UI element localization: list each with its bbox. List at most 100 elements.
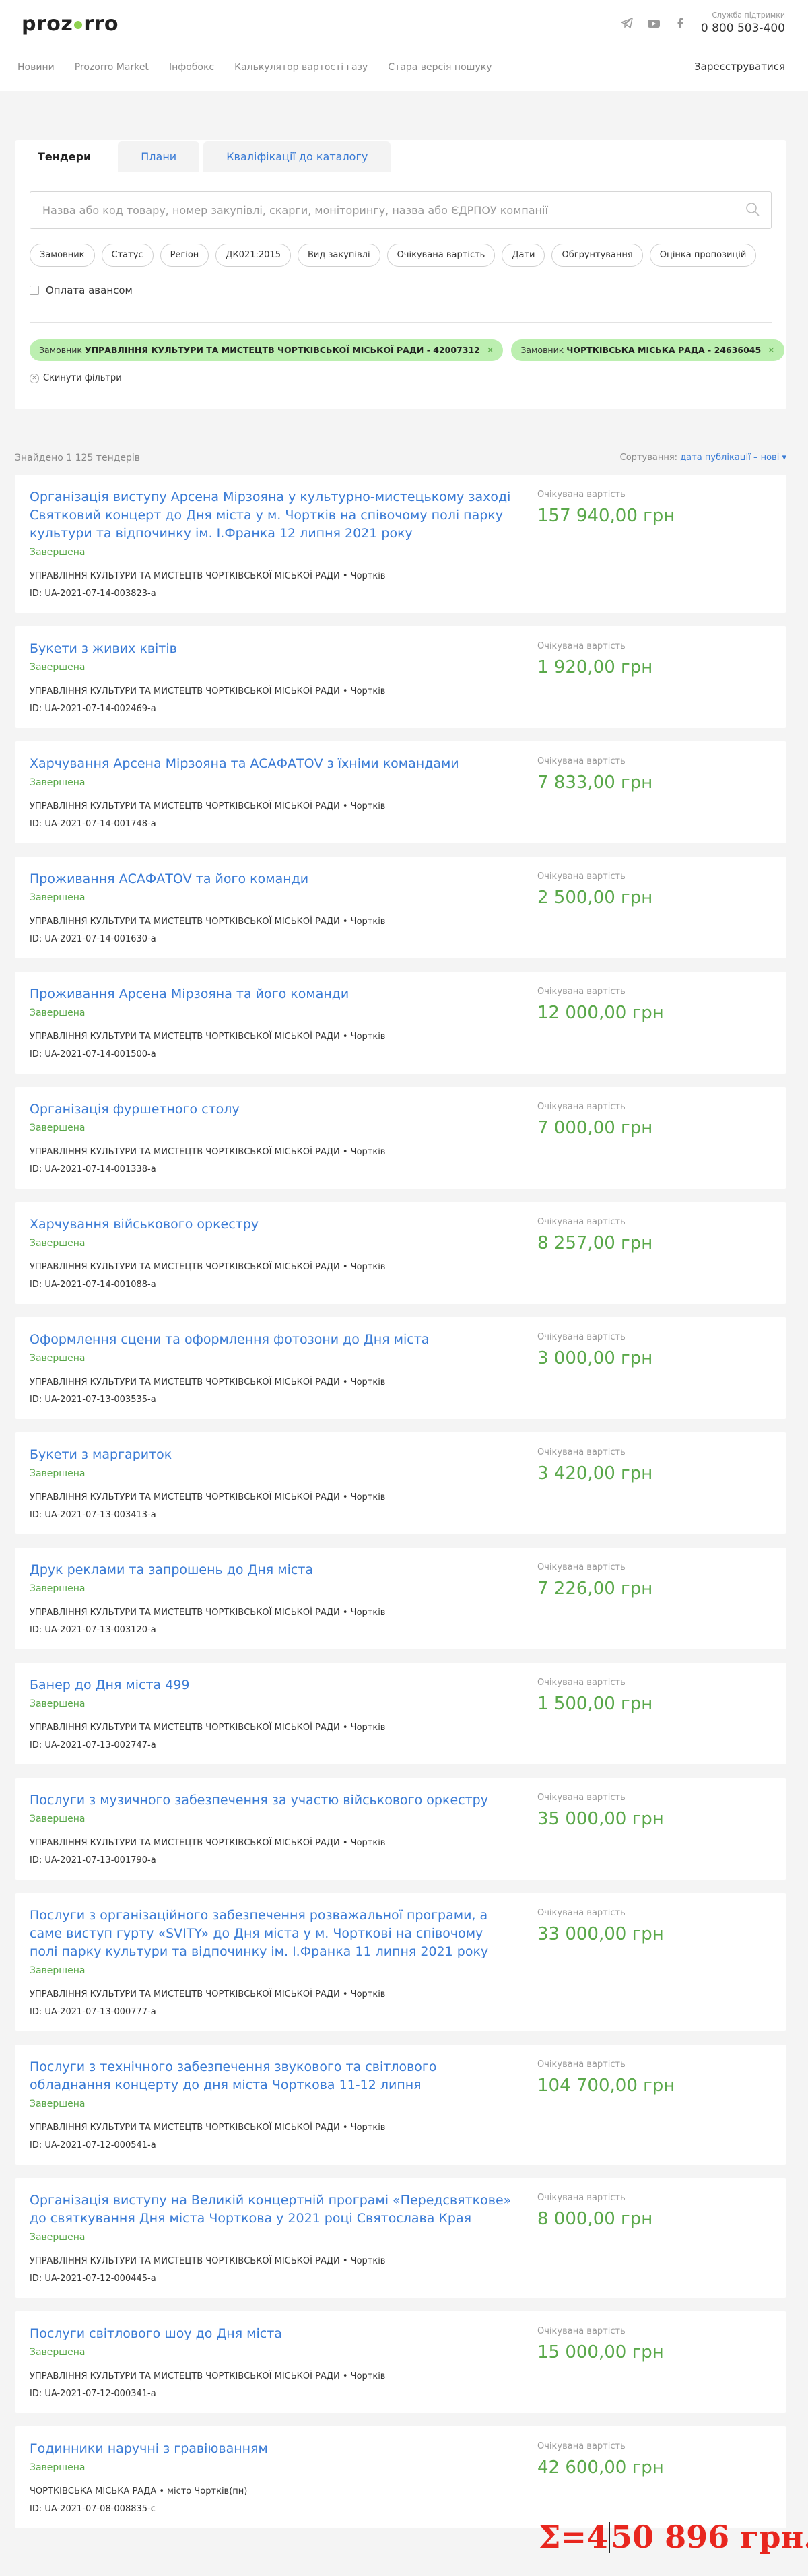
nav-news[interactable]: Новини (18, 62, 55, 73)
search-input[interactable] (30, 192, 717, 228)
nav-old-search[interactable]: Стара версія пошуку (388, 62, 492, 73)
chip-dk021[interactable]: ДК021:2015 (215, 244, 291, 267)
expected-value-label: Очікувана вартість (537, 1562, 626, 1573)
tender-card[interactable]: Організація виступу Арсена Мірзояна у ку… (15, 475, 786, 613)
chip-region[interactable]: Регіон (160, 244, 209, 267)
expected-value: 3 000,00 грн (537, 1348, 653, 1368)
search-panel (15, 140, 786, 409)
tender-card[interactable]: Послуги з організаційного забезпечення р… (15, 1893, 786, 2031)
tender-id: ID: UA-2021-07-12-000445-a (30, 2274, 156, 2284)
tender-card[interactable]: Проживання АСАФАТОV та його команди Завер… (15, 857, 786, 958)
clear-icon: ✕ (30, 373, 39, 383)
tender-organization: УПРАВЛІННЯ КУЛЬТУРИ ТА МИСТЕЦТВ ЧОРТКІВС… (30, 571, 386, 581)
nav-market[interactable]: Prozorro Market (75, 62, 149, 73)
tender-status: Завершена (30, 2462, 86, 2473)
support-phone[interactable]: 0 800 503-400 (701, 22, 785, 35)
tender-id: ID: UA-2021-07-14-002469-a (30, 704, 156, 714)
search-tabs: Тендери Плани Кваліфікації до каталогу (15, 141, 395, 172)
expected-value-label: Очікувана вартість (537, 490, 626, 500)
prozorro-logo[interactable]: proz rro (22, 12, 119, 36)
tender-card[interactable]: Друк реклами та запрошень до Дня міста За… (15, 1548, 786, 1649)
tender-title-link[interactable]: Проживання Арсена Мірзояна та його коман… (30, 985, 514, 1003)
expected-value: 1 500,00 грн (537, 1694, 653, 1714)
tender-title-link[interactable]: Годинники наручні з гравіюванням (30, 2440, 514, 2458)
tender-title-link[interactable]: Букети з живих квітів (30, 640, 514, 658)
tender-organization: УПРАВЛІННЯ КУЛЬТУРИ ТА МИСТЕЦТВ ЧОРТКІВС… (30, 1723, 386, 1733)
active-filter-customer-1[interactable]: Замовник УПРАВЛІННЯ КУЛЬТУРИ ТА МИСТЕЦТВ… (30, 339, 504, 361)
tender-title-link[interactable]: Послуги з технічного забезпечення звуков… (30, 2058, 514, 2094)
tender-title-link[interactable]: Букети з маргариток (30, 1446, 514, 1464)
close-icon[interactable]: ✕ (487, 345, 494, 355)
tender-card[interactable]: Букети з живих квітів Завершена УПРАВЛІННЯ… (15, 626, 786, 728)
active-filter-customer-2[interactable]: Замовник ЧОРТКІВСЬКА МІСЬКА РАДА - 24636… (511, 339, 784, 361)
top-header: proz rro Служба підтримки 0 800 503-400 Н… (0, 0, 808, 91)
tender-card[interactable]: Послуги з технічного забезпечення звуков… (15, 2045, 786, 2165)
tender-card[interactable]: Організація виступу на Великій концертні… (15, 2178, 786, 2298)
close-icon[interactable]: ✕ (768, 345, 774, 355)
tender-card[interactable]: Проживання Арсена Мірзояна та його коман… (15, 972, 786, 1074)
advance-payment-checkbox[interactable] (30, 286, 39, 295)
sort-dropdown[interactable]: дата публікації – нові ▾ (680, 453, 786, 463)
logo-dot-icon (74, 20, 83, 29)
tender-title-link[interactable]: Друк реклами та запрошень до Дня міста (30, 1561, 514, 1579)
tender-title-link[interactable]: Послуги світлового шоу до Дня міста (30, 2325, 514, 2343)
tender-status: Завершена (30, 1965, 86, 1976)
tender-title-link[interactable]: Послуги з організаційного забезпечення р… (30, 1907, 514, 1961)
facebook-icon[interactable] (673, 18, 688, 31)
tender-card[interactable]: Оформлення сцени та оформлення фотозони … (15, 1317, 786, 1419)
tender-title-link[interactable]: Послуги з музичного забезпечення за учас… (30, 1791, 514, 1810)
tender-title-link[interactable]: Харчування військового оркестру (30, 1216, 514, 1234)
tender-card[interactable]: Послуги світлового шоу до Дня міста Завер… (15, 2311, 786, 2413)
register-link[interactable]: Зареєструватися (694, 61, 785, 73)
chip-justification[interactable]: Обґрунтування (551, 244, 643, 267)
expected-value-label: Очікувана вартість (537, 987, 626, 997)
chip-dates[interactable]: Дати (502, 244, 545, 267)
tab-tenders[interactable]: Тендери (15, 141, 114, 172)
expected-value-label: Очікувана вартість (537, 871, 626, 882)
nav-gas-calculator[interactable]: Калькулятор вартості газу (234, 62, 368, 73)
tender-title-link[interactable]: Організація фуршетного столу (30, 1100, 514, 1119)
chip-expected-value[interactable]: Очікувана вартість (386, 244, 496, 267)
filter-prefix: Замовник (520, 345, 564, 355)
tender-title-link[interactable]: Оформлення сцени та оформлення фотозони … (30, 1331, 514, 1349)
tender-title-link[interactable]: Проживання АСАФАТОV та його команди (30, 870, 514, 888)
telegram-icon[interactable] (619, 17, 634, 31)
search-icon[interactable] (745, 202, 760, 217)
tab-plans[interactable]: Плани (118, 141, 200, 172)
nav-infobox[interactable]: Інфобокс (169, 62, 214, 73)
filter-value: УПРАВЛІННЯ КУЛЬТУРИ ТА МИСТЕЦТВ ЧОРТКІВС… (84, 345, 480, 355)
chip-status[interactable]: Статус (101, 244, 154, 267)
tender-id: ID: UA-2021-07-14-001338-a (30, 1164, 156, 1175)
expected-value: 157 940,00 грн (537, 506, 675, 526)
chip-procurement-type[interactable]: Вид закупівлі (297, 244, 380, 267)
tender-card[interactable]: Годинники наручні з гравіюванням Завершен… (15, 2426, 786, 2528)
tender-card[interactable]: Послуги з музичного забезпечення за учас… (15, 1778, 786, 1880)
tender-title-link[interactable]: Банер до Дня міста 499 (30, 1676, 514, 1694)
tender-card[interactable]: Організація фуршетного столу Завершена УПР… (15, 1087, 786, 1189)
tender-card[interactable]: Банер до Дня міста 499 Завершена УПРАВЛІНН… (15, 1663, 786, 1764)
social-links (619, 17, 688, 31)
tender-title-link[interactable]: Організація виступу на Великій концертні… (30, 2191, 514, 2228)
tender-organization: УПРАВЛІННЯ КУЛЬТУРИ ТА МИСТЕЦТВ ЧОРТКІВС… (30, 686, 386, 696)
tender-organization: УПРАВЛІННЯ КУЛЬТУРИ ТА МИСТЕЦТВ ЧОРТКІВС… (30, 1262, 386, 1272)
advance-payment-row[interactable]: Оплата авансом (30, 284, 133, 296)
sort-control: Сортування: дата публікації – нові ▾ (620, 453, 786, 463)
chip-customer[interactable]: Замовник (30, 244, 95, 267)
expected-value: 3 420,00 грн (537, 1463, 653, 1484)
youtube-icon[interactable] (646, 18, 661, 31)
tender-card[interactable]: Харчування Арсена Мірзояна та АСАФАТОV з… (15, 741, 786, 843)
tender-id: ID: UA-2021-07-08-008835-c (30, 2504, 156, 2514)
sort-label: Сортування: (619, 453, 678, 463)
tender-id: ID: UA-2021-07-14-001748-a (30, 819, 156, 829)
logo-text-left: proz (22, 12, 73, 36)
results-count: Знайдено 1 125 тендерів (15, 453, 141, 463)
tender-title-link[interactable]: Харчування Арсена Мірзояна та АСАФАТОV з… (30, 755, 514, 773)
chip-bid-evaluation[interactable]: Оцінка пропозицій (649, 244, 757, 267)
clear-filters-button[interactable]: ✕ Скинути фільтри (30, 373, 122, 383)
tender-title-link[interactable]: Організація виступу Арсена Мірзояна у ку… (30, 488, 514, 543)
tender-card[interactable]: Харчування військового оркестру Завершена… (15, 1202, 786, 1304)
tender-card[interactable]: Букети з маргариток Завершена УПРАВЛІННЯ К… (15, 1432, 786, 1534)
tab-catalog-qualifications[interactable]: Кваліфікації до каталогу (203, 141, 391, 172)
expected-value-label: Очікувана вартість (537, 641, 626, 651)
expected-value: 2 500,00 грн (537, 888, 653, 908)
